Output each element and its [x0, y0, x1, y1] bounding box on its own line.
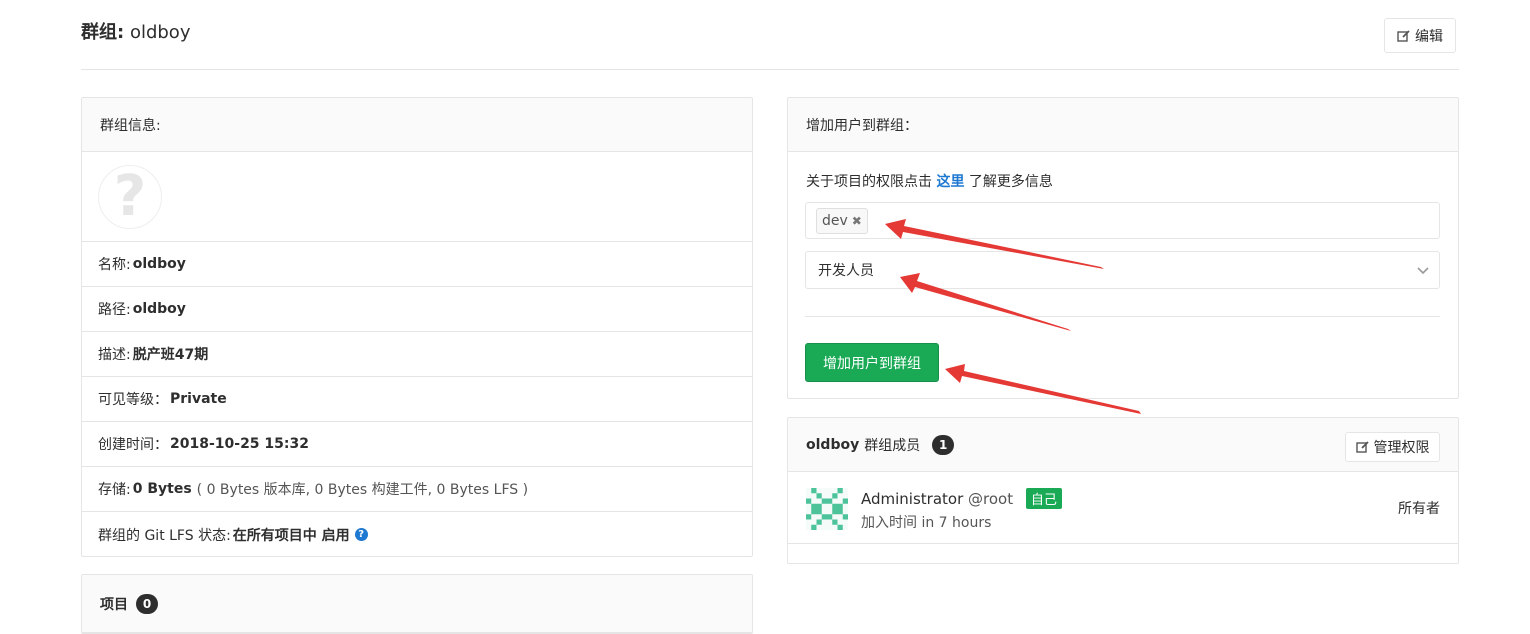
annotation-arrows — [885, 219, 1141, 414]
annotation-arrow-user — [885, 219, 1104, 269]
annotation-arrow-submit — [945, 364, 1141, 414]
annotation-arrow-role — [900, 273, 1071, 331]
